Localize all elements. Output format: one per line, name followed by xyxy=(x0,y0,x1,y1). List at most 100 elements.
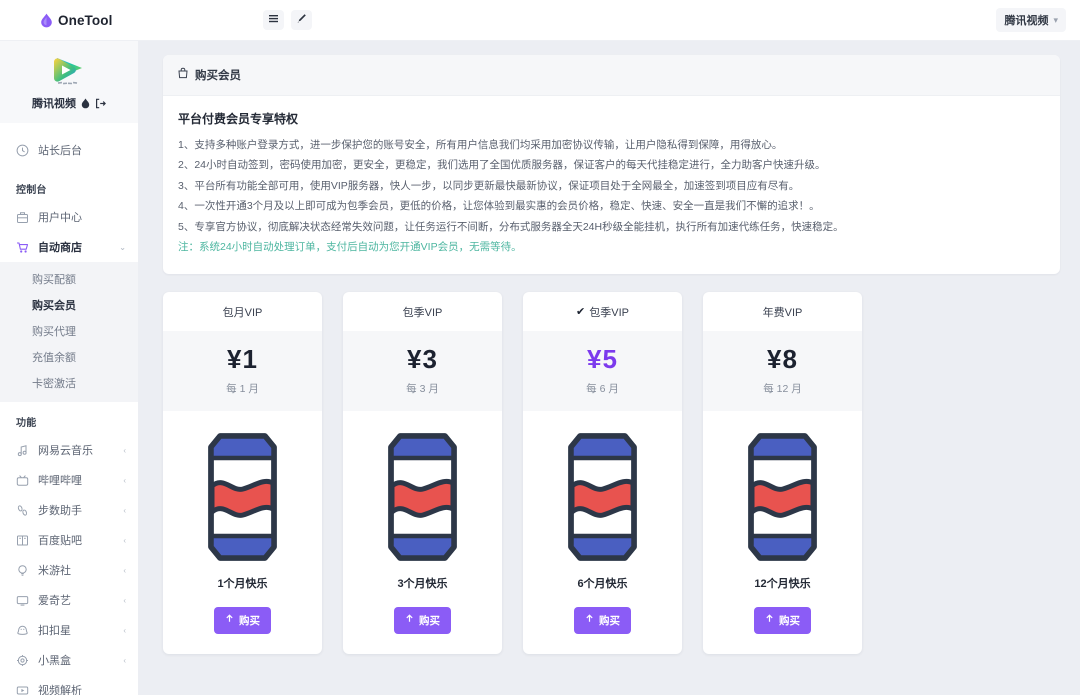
sidebar-item-bilibili[interactable]: 哔哩哔哩 ‹ xyxy=(0,465,138,495)
soda-can-illustration xyxy=(163,411,322,571)
panel-header: 购买会员 xyxy=(163,55,1060,96)
brand-name: OneTool xyxy=(58,12,113,28)
sidebar-item-label: 站长后台 xyxy=(38,145,82,157)
plan-period: 每 3 月 xyxy=(406,382,439,395)
sidebar-item-webmaster-panel[interactable]: 站长后台 xyxy=(0,135,138,165)
plan-period: 每 12 月 xyxy=(763,382,802,395)
profile-row: 腾讯视频 xyxy=(0,95,138,111)
chevron-expand-icon: ⌄ xyxy=(119,242,126,252)
plan-price: ¥8 xyxy=(703,344,862,375)
panel-title: 购买会员 xyxy=(195,70,241,82)
sidebar-subitem-buy-agent[interactable]: 购买代理 xyxy=(0,318,138,344)
sidebar-subitem-card-activate[interactable]: 卡密激活 xyxy=(0,370,138,396)
penguin-icon xyxy=(16,624,29,637)
buy-button-label: 购买 xyxy=(239,614,260,627)
plan-button-wrap: 购买 xyxy=(343,591,502,654)
pricing-card-featured[interactable]: ✔ 包季VIP ¥5 每 6 月 6个月快乐 购买 xyxy=(523,291,682,654)
sidebar-item-label: 扣扣星 xyxy=(38,625,71,637)
brand-logo[interactable]: OneTool xyxy=(0,13,139,28)
price-value: 1 xyxy=(242,343,258,374)
sidebar[interactable]: 腾讯视频 站长后台 控制台 用户中心 自动商店 ⌄ 购买配额 购买会员 购买代理… xyxy=(0,41,139,695)
plan-title-row: 年费VIP xyxy=(703,292,862,331)
sidebar-item-miyoushe[interactable]: 米游社 ‹ xyxy=(0,555,138,585)
plan-price: ¥3 xyxy=(343,344,502,375)
tencent-video-play-logo xyxy=(49,51,89,91)
plan-period: 每 6 月 xyxy=(586,382,619,395)
chevron-right-icon: ‹ xyxy=(123,505,126,515)
plan-price-box: ¥5 每 6 月 xyxy=(523,330,682,411)
monitor-icon xyxy=(16,594,29,607)
shopping-bag-icon xyxy=(177,66,189,84)
sidebar-item-video-parse[interactable]: 视频解析 xyxy=(0,675,138,695)
description-note: 注：系统24小时自动处理订单，支付后自动为您开通VIP会员，无需等待。 xyxy=(178,241,522,254)
droplet-icon[interactable] xyxy=(81,98,90,109)
plan-title: 年费VIP xyxy=(762,306,803,319)
profile-name: 腾讯视频 xyxy=(32,98,76,110)
sidebar-item-qq-star[interactable]: 扣扣星 ‹ xyxy=(0,615,138,645)
sidebar-top-nav: 站长后台 xyxy=(0,123,138,169)
sidebar-item-label: 米游社 xyxy=(38,565,71,577)
plan-price-box: ¥8 每 12 月 xyxy=(703,330,862,411)
tv-icon xyxy=(16,474,29,487)
sidebar-item-netease-music[interactable]: 网易云音乐 ‹ xyxy=(0,435,138,465)
panel-body: 平台付费会员专享特权 1、支持多种账户登录方式，进一步保护您的账号安全，所有用户… xyxy=(163,96,1060,274)
price-value: 3 xyxy=(422,343,438,374)
sidebar-item-label: 小黑盒 xyxy=(38,655,71,667)
sidebar-item-xiaoheihe[interactable]: 小黑盒 ‹ xyxy=(0,645,138,675)
chevron-right-icon: ‹ xyxy=(123,475,126,485)
footsteps-icon xyxy=(16,504,29,517)
arrow-up-icon xyxy=(585,614,594,626)
plan-title-row: 包季VIP xyxy=(343,292,502,331)
sidebar-subitem-buy-quota[interactable]: 购买配额 xyxy=(0,266,138,292)
sidebar-item-label: 自动商店 xyxy=(38,242,82,254)
sidebar-item-user-center[interactable]: 用户中心 xyxy=(0,202,138,232)
plan-price: ¥5 xyxy=(523,344,682,375)
plan-title: 包月VIP xyxy=(222,306,263,319)
sidebar-item-step-assistant[interactable]: 步数助手 ‹ xyxy=(0,495,138,525)
sidebar-group-title-features: 功能 xyxy=(16,418,37,429)
plan-subtitle: 12个月快乐 xyxy=(754,577,811,590)
membership-panel: 购买会员 平台付费会员专享特权 1、支持多种账户登录方式，进一步保护您的账号安全… xyxy=(163,55,1060,274)
soda-can-illustration xyxy=(703,411,862,571)
sidebar-item-baidu-tieba[interactable]: 百度贴吧 ‹ xyxy=(0,525,138,555)
pricing-card[interactable]: 包季VIP ¥3 每 3 月 3个月快乐 购买 xyxy=(343,291,502,654)
logout-icon[interactable] xyxy=(95,98,106,109)
buy-button[interactable]: 购买 xyxy=(574,606,631,634)
plan-price: ¥1 xyxy=(163,344,322,375)
plan-price-box: ¥1 每 1 月 xyxy=(163,330,322,411)
sidebar-item-iqiyi[interactable]: 爱奇艺 ‹ xyxy=(0,585,138,615)
sidebar-profile: 腾讯视频 xyxy=(0,41,138,123)
currency-symbol: ¥ xyxy=(587,343,603,374)
chevron-right-icon: ‹ xyxy=(123,565,126,575)
plan-title: 包季VIP xyxy=(589,306,629,319)
hamburger-menu-icon xyxy=(268,11,279,29)
chevron-right-icon: ‹ xyxy=(123,655,126,665)
sidebar-item-label: 用户中心 xyxy=(38,212,82,224)
buy-button-label: 购买 xyxy=(779,614,800,627)
pricing-cards: 包月VIP ¥1 每 1 月 1个月快乐 购买 包季VIP ¥3 每 3 月 3… xyxy=(163,291,1060,654)
sidebar-item-auto-store[interactable]: 自动商店 ⌄ xyxy=(0,232,138,262)
gamepad-icon xyxy=(16,654,29,667)
plan-subtitle: 1个月快乐 xyxy=(217,577,268,590)
soda-can-illustration xyxy=(523,411,682,571)
sidebar-item-label: 网易云音乐 xyxy=(38,445,93,457)
buy-button[interactable]: 购买 xyxy=(754,606,811,634)
brush-tool-button[interactable] xyxy=(291,10,312,30)
sidebar-subitem-buy-member[interactable]: 购买会员 xyxy=(0,292,138,318)
description-line: 4、一次性开通3个月及以上即可成为包季会员，更低的价格，让您体验到最实惠的会员价… xyxy=(178,200,820,213)
plan-title-row: ✔ 包季VIP xyxy=(523,292,682,331)
sidebar-subitem-recharge-balance[interactable]: 充值余额 xyxy=(0,344,138,370)
sidebar-item-label: 步数助手 xyxy=(38,505,82,517)
pricing-card[interactable]: 年费VIP ¥8 每 12 月 12个月快乐 购买 xyxy=(703,291,862,654)
account-selector[interactable]: 腾讯视频 ▾ xyxy=(996,8,1066,32)
buy-button[interactable]: 购买 xyxy=(214,606,271,634)
sidebar-group-title-console: 控制台 xyxy=(16,185,47,196)
pricing-card[interactable]: 包月VIP ¥1 每 1 月 1个月快乐 购买 xyxy=(163,291,322,654)
currency-symbol: ¥ xyxy=(227,343,243,374)
hamburger-menu-button[interactable] xyxy=(263,10,284,30)
price-value: 5 xyxy=(602,343,618,374)
user-center-icon xyxy=(16,211,29,224)
buy-button[interactable]: 购买 xyxy=(394,606,451,634)
sidebar-item-label: 百度贴吧 xyxy=(38,535,82,547)
main-content: 购买会员 平台付费会员专享特权 1、支持多种账户登录方式，进一步保护您的账号安全… xyxy=(139,41,1080,695)
